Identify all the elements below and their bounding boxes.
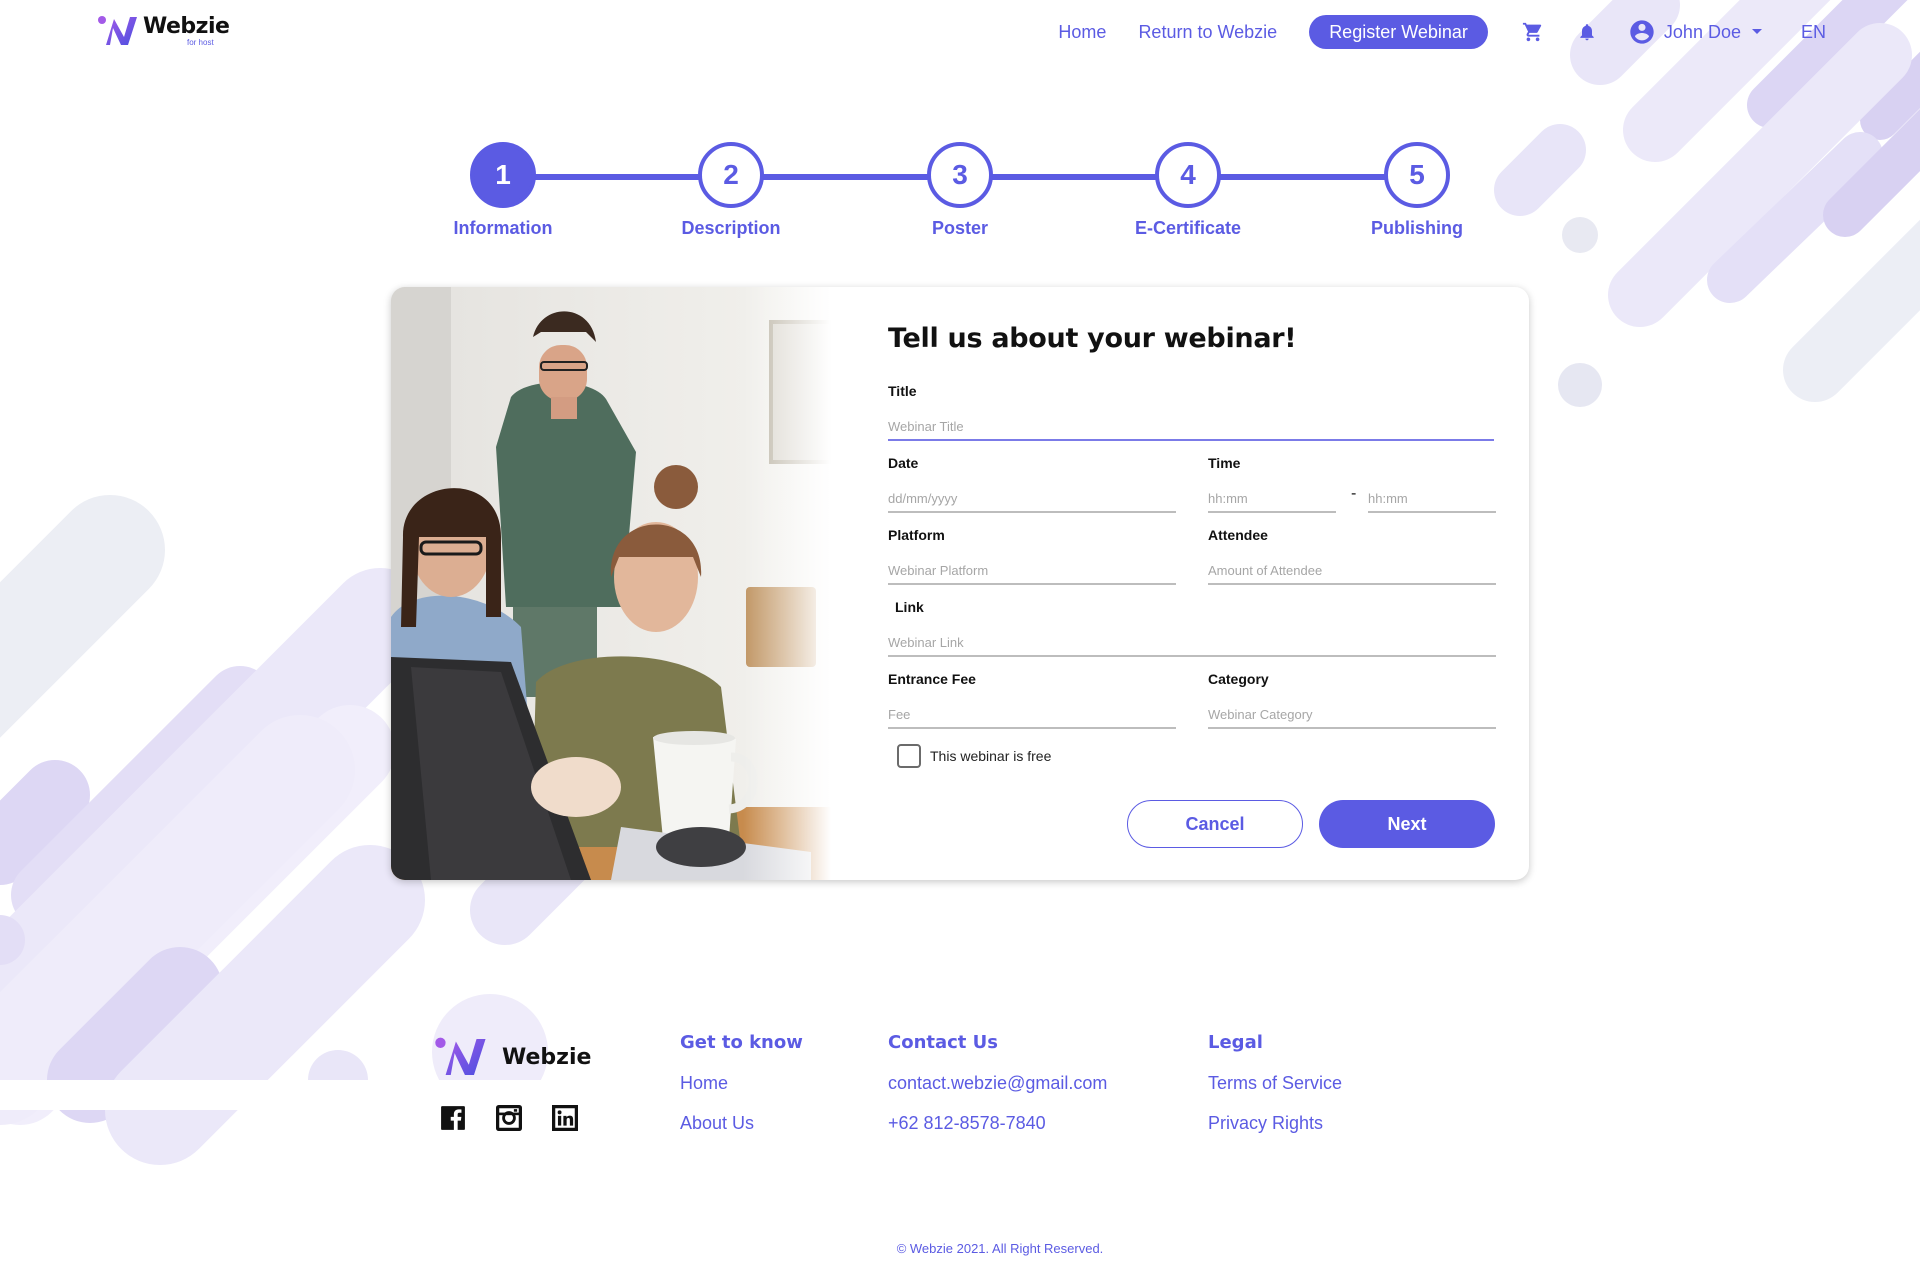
date-input[interactable] — [888, 485, 1176, 513]
footer-legal: Legal Terms of Service Privacy Rights — [1208, 1032, 1342, 1153]
footer-contact: Contact Us contact.webzie@gmail.com +62 … — [888, 1032, 1107, 1153]
footer: Webzie Get to know Home About Us Contact… — [0, 990, 1920, 1288]
webzie-logo-icon — [435, 1037, 486, 1076]
category-field: Category — [1208, 671, 1496, 729]
fee-label: Entrance Fee — [888, 671, 976, 687]
user-menu[interactable]: John Doe — [1628, 18, 1763, 46]
terms-link[interactable]: Terms of Service — [1208, 1073, 1342, 1094]
caret-down-icon — [1751, 29, 1762, 34]
step-number: 3 — [927, 142, 993, 208]
contact-heading: Contact Us — [888, 1032, 999, 1053]
free-webinar-row: This webinar is free — [897, 744, 1051, 768]
copyright-text: © Webzie 2021. All Right Reserved. — [896, 1241, 1104, 1256]
footer-logo[interactable]: Webzie — [434, 1035, 591, 1079]
time-end-field — [1368, 455, 1496, 513]
contact-email-link[interactable]: contact.webzie@gmail.com — [888, 1073, 1107, 1094]
platform-input[interactable] — [888, 557, 1176, 585]
register-webinar-button[interactable]: Register Webinar — [1309, 15, 1488, 49]
bell-icon[interactable] — [1574, 19, 1600, 45]
step-publishing[interactable]: 5 Publishing — [1337, 142, 1497, 239]
logo-name: Webzie — [143, 14, 230, 39]
privacy-link[interactable]: Privacy Rights — [1208, 1113, 1342, 1134]
category-input[interactable] — [1208, 701, 1496, 729]
step-number: 2 — [698, 142, 764, 208]
time-start-input[interactable] — [1208, 485, 1336, 513]
time-end-input[interactable] — [1368, 485, 1496, 513]
attendee-field: Attendee — [1208, 527, 1496, 585]
date-field: Date — [888, 455, 1176, 513]
step-poster[interactable]: 3 Poster — [880, 142, 1040, 239]
free-webinar-label[interactable]: This webinar is free — [930, 748, 1051, 764]
time-separator: - — [1351, 485, 1357, 502]
step-label: Publishing — [1371, 218, 1463, 238]
nav-return-link[interactable]: Return to Webzie — [1138, 22, 1277, 43]
title-input[interactable] — [888, 413, 1494, 441]
legal-heading: Legal — [1208, 1032, 1263, 1053]
step-number: 1 — [470, 142, 536, 208]
link-label: Link — [895, 599, 924, 615]
time-label: Time — [1208, 455, 1241, 471]
footer-home-link[interactable]: Home — [680, 1073, 803, 1094]
user-name: John Doe — [1663, 21, 1741, 42]
attendee-input[interactable] — [1208, 557, 1496, 585]
footer-get-to-know: Get to know Home About Us — [680, 1032, 803, 1153]
logo-subtitle: for host — [187, 38, 214, 47]
facebook-icon[interactable] — [440, 1105, 466, 1131]
footer-about-link[interactable]: About Us — [680, 1113, 803, 1134]
footer-brand: Webzie — [502, 1044, 592, 1070]
step-information[interactable]: 1 Information — [423, 142, 583, 239]
platform-label: Platform — [888, 527, 945, 543]
get-to-know-heading: Get to know — [680, 1032, 803, 1053]
user-circle-icon — [1630, 20, 1654, 44]
top-navbar: Webzie for host Home Return to Webzie Re… — [0, 0, 1920, 64]
step-number: 4 — [1155, 142, 1221, 208]
date-label: Date — [888, 455, 919, 471]
step-description[interactable]: 2 Description — [651, 142, 811, 239]
category-label: Category — [1208, 671, 1269, 687]
step-label: Description — [681, 218, 781, 238]
link-field: Link — [888, 599, 1496, 657]
cart-icon[interactable] — [1520, 19, 1546, 45]
nav-links: Home Return to Webzie Register Webinar J… — [1058, 15, 1826, 49]
webinar-info-card: Tell us about your webinar! Title Date T… — [391, 287, 1529, 880]
webinar-form: Tell us about your webinar! Title Date T… — [888, 287, 1502, 880]
instagram-icon[interactable] — [496, 1105, 522, 1131]
cancel-button[interactable]: Cancel — [1127, 800, 1303, 848]
language-selector[interactable]: EN — [1801, 22, 1826, 43]
title-label: Title — [888, 383, 917, 399]
fee-input[interactable] — [888, 701, 1176, 729]
free-webinar-checkbox[interactable] — [897, 744, 921, 768]
linkedin-icon[interactable] — [552, 1105, 578, 1131]
step-e-certificate[interactable]: 4 E-Certificate — [1108, 142, 1268, 239]
step-number: 5 — [1384, 142, 1450, 208]
attendee-label: Attendee — [1208, 527, 1268, 543]
link-input[interactable] — [888, 629, 1496, 657]
brand-logo[interactable]: Webzie for host — [97, 14, 230, 48]
title-field: Title — [888, 383, 1494, 441]
progress-stepper: 1 Information 2 Description 3 Poster 4 E… — [0, 142, 1920, 242]
contact-phone-link[interactable]: +62 812-8578-7840 — [888, 1113, 1107, 1134]
form-heading: Tell us about your webinar! — [888, 323, 1297, 354]
nav-home-link[interactable]: Home — [1058, 22, 1106, 43]
time-field: Time — [1208, 455, 1336, 513]
next-button[interactable]: Next — [1319, 800, 1495, 848]
people-working-photo — [391, 287, 831, 880]
step-label: Information — [453, 218, 553, 238]
step-label: Poster — [931, 218, 989, 238]
fee-field: Entrance Fee — [888, 671, 1176, 729]
social-links — [440, 1105, 608, 1131]
webzie-logo-icon — [98, 16, 137, 45]
step-label: E-Certificate — [1134, 218, 1242, 238]
platform-field: Platform — [888, 527, 1176, 585]
